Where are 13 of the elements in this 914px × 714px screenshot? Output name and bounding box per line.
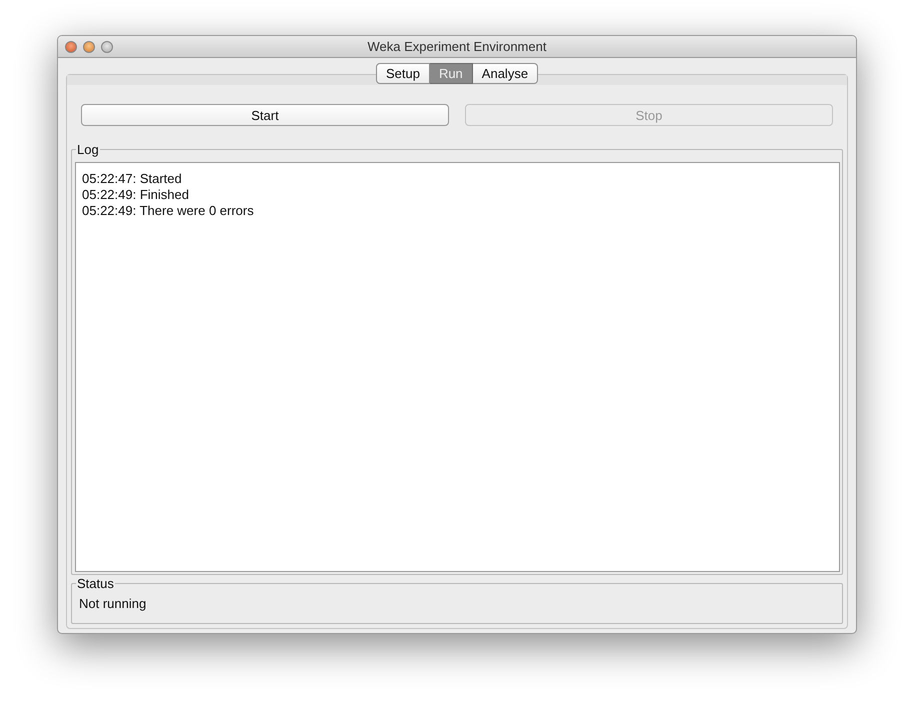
log-line: 05:22:49: Finished <box>82 187 190 203</box>
zoom-button[interactable] <box>101 40 113 52</box>
status-text: Not running <box>79 596 148 611</box>
minimize-button[interactable] <box>83 40 95 52</box>
tab[interactable]: Analyse <box>472 63 538 84</box>
window-title: Weka Experiment Environment <box>368 39 546 54</box>
group-title: Log <box>76 142 100 157</box>
action-button[interactable]: Start <box>81 104 449 126</box>
log-line: 05:22:47: Started <box>82 171 183 187</box>
log-line: 05:22:49: There were 0 errors <box>82 203 255 219</box>
group-title: Status <box>76 576 115 591</box>
close-button[interactable] <box>65 40 77 52</box>
tab[interactable]: Setup <box>376 63 430 84</box>
